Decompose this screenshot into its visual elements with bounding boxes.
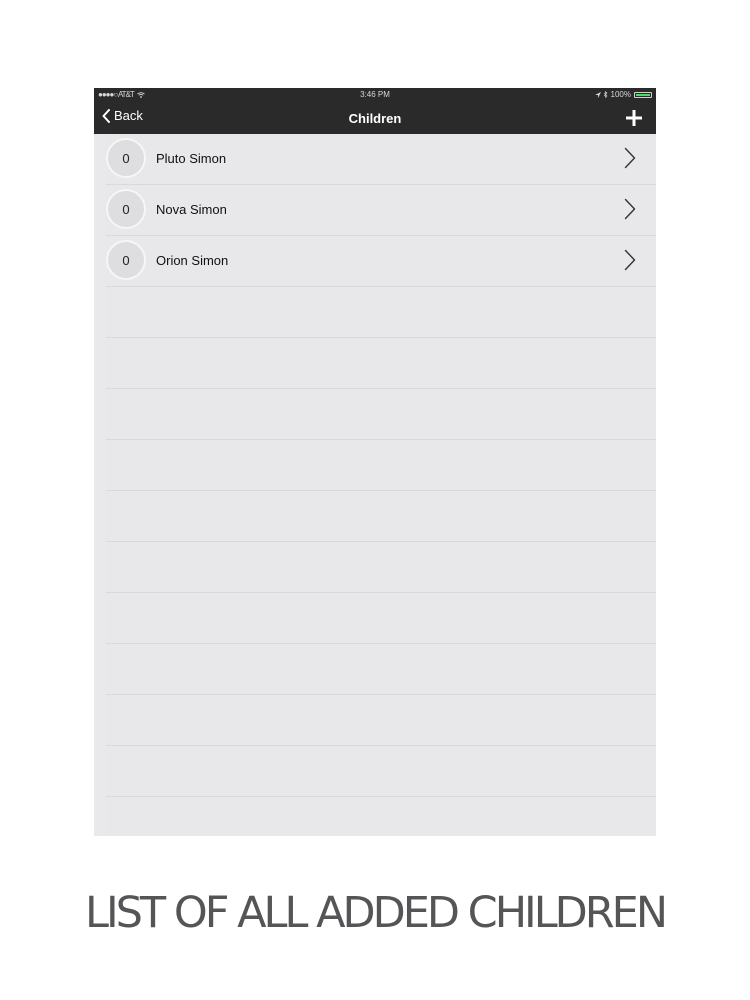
plus-icon bbox=[626, 110, 642, 126]
empty-row bbox=[106, 287, 656, 338]
child-name: Orion Simon bbox=[156, 253, 229, 268]
status-bar: ●●●●○ AT&T 3:46 PM 100% bbox=[94, 88, 656, 102]
empty-row bbox=[106, 746, 656, 797]
child-name: Pluto Simon bbox=[156, 151, 227, 166]
count-badge: 0 bbox=[106, 189, 146, 229]
page-title: Children bbox=[348, 111, 402, 126]
chevron-right-icon bbox=[624, 249, 636, 271]
child-name: Nova Simon bbox=[156, 202, 227, 217]
battery-fill bbox=[636, 93, 650, 96]
child-row[interactable]: 0 Orion Simon bbox=[106, 236, 656, 287]
battery-percent: 100% bbox=[610, 90, 631, 99]
child-row[interactable]: 0 Nova Simon bbox=[106, 185, 656, 236]
children-list: 0 Pluto Simon 0 Nova Simon 0 Orion Simon bbox=[106, 134, 656, 836]
status-time: 3:46 PM bbox=[360, 90, 390, 99]
battery-icon bbox=[634, 91, 652, 98]
empty-row bbox=[106, 797, 656, 836]
add-child-button[interactable] bbox=[624, 108, 644, 128]
navigation-bar: Back Children bbox=[94, 102, 656, 134]
chevron-right-icon bbox=[624, 147, 636, 169]
location-icon bbox=[594, 91, 601, 98]
empty-row bbox=[106, 338, 656, 389]
empty-row bbox=[106, 644, 656, 695]
child-row[interactable]: 0 Pluto Simon bbox=[106, 134, 656, 185]
count-badge: 0 bbox=[106, 240, 146, 280]
bluetooth-icon bbox=[603, 91, 607, 98]
empty-row bbox=[106, 593, 656, 644]
caption: LIST OF ALL ADDED CHILDREN bbox=[84, 888, 668, 938]
empty-row bbox=[106, 542, 656, 593]
empty-row bbox=[106, 491, 656, 542]
device-screen: ●●●●○ AT&T 3:46 PM 100% Back Children 0 … bbox=[94, 88, 656, 836]
empty-row bbox=[106, 440, 656, 491]
page: ●●●●○ AT&T 3:46 PM 100% Back Children 0 … bbox=[0, 0, 750, 1000]
top-bar: ●●●●○ AT&T 3:46 PM 100% Back Children bbox=[94, 88, 656, 134]
empty-row bbox=[106, 389, 656, 440]
empty-row bbox=[106, 695, 656, 746]
chevron-right-icon bbox=[624, 198, 636, 220]
count-badge: 0 bbox=[106, 138, 146, 178]
status-right: 100% bbox=[594, 90, 652, 99]
